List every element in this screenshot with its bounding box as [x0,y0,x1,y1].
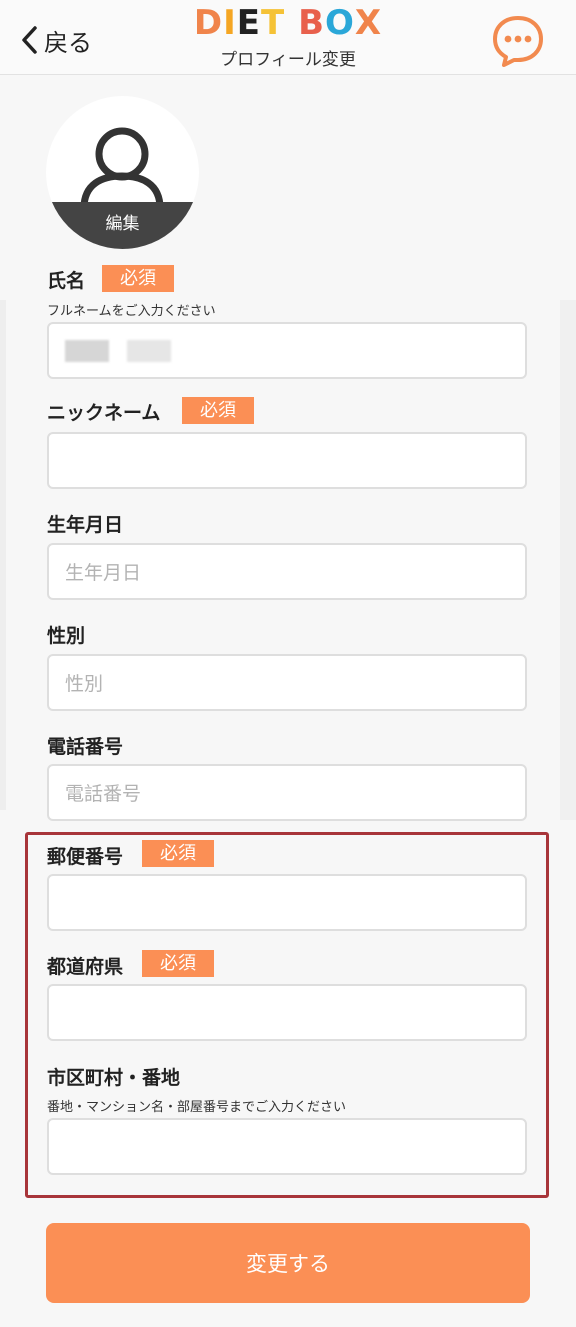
logo-letter [285,4,298,42]
logo-letter: T [261,3,286,43]
name-field[interactable] [47,322,527,379]
logo-letter: X [354,3,383,43]
avatar[interactable]: 編集 [46,96,199,249]
logo-letter: I [223,3,237,43]
gender-field[interactable]: 性別 [47,654,527,711]
highlight-box [25,832,549,1198]
background-shade [560,300,576,820]
logo-letter: O [324,3,355,43]
phone-field[interactable]: 電話番号 [47,764,527,821]
required-badge: 必須 [182,397,254,424]
name-label: 氏名 [47,270,86,292]
background-shade [0,300,6,810]
birthday-label: 生年月日 [47,514,124,536]
logo-letter: B [298,3,325,43]
redacted-value [65,339,109,362]
submit-button[interactable]: 変更する [46,1223,530,1303]
redacted-value [127,339,171,362]
avatar-edit-label: 編集 [46,202,199,249]
logo-letter: E [236,3,262,43]
gender-label: 性別 [47,625,86,647]
logo-letter: D [193,3,224,43]
chat-icon[interactable] [490,14,546,68]
nickname-label: ニックネーム [47,402,161,424]
nickname-field[interactable] [47,432,527,489]
name-hint: フルネームをご入力ください [47,304,216,319]
app-header: 戻る DIET BOX プロフィール変更 [0,0,576,75]
phone-label: 電話番号 [47,736,124,758]
required-badge: 必須 [102,265,174,292]
birthday-field[interactable]: 生年月日 [47,543,527,600]
